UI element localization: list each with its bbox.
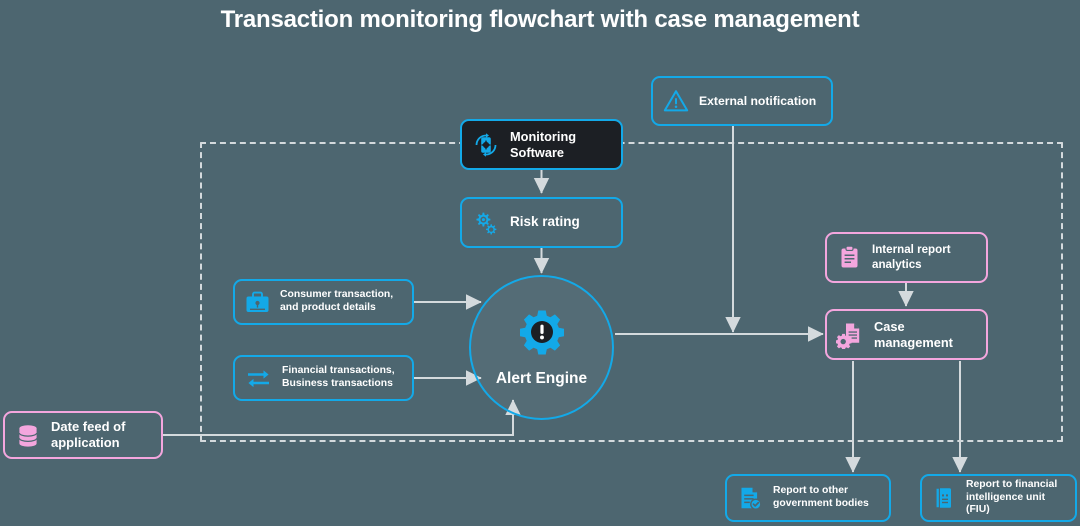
gear-alert-icon — [517, 307, 567, 362]
node-report-fiu[interactable]: Report to financial intelligence unit (F… — [920, 474, 1077, 522]
node-monitoring-software[interactable]: Monitoring Software — [460, 119, 623, 170]
node-internal-report-analytics[interactable]: Internal report analytics — [825, 232, 988, 283]
node-report-government-bodies-label: Report to other government bodies — [773, 485, 869, 509]
device-sync-icon — [471, 130, 501, 160]
warning-triangle-icon — [662, 87, 690, 115]
document-gear-icon — [836, 320, 865, 349]
flowchart-canvas: Transaction monitoring flowchart with ca… — [0, 0, 1080, 526]
node-alert-engine-label: Alert Engine — [495, 370, 588, 387]
node-alert-engine[interactable]: Alert Engine — [469, 275, 614, 420]
briefcase-icon — [244, 289, 271, 316]
node-risk-rating[interactable]: Risk rating — [460, 197, 623, 248]
node-case-management-label: Case management — [874, 318, 953, 350]
report-book-icon — [931, 485, 957, 511]
node-date-feed-of-application[interactable]: Date feed of application — [3, 411, 163, 459]
node-report-fiu-label: Report to financial intelligence unit (F… — [966, 478, 1058, 516]
page-title: Transaction monitoring flowchart with ca… — [220, 6, 860, 33]
node-consumer-transaction-label: Consumer transaction, and product detail… — [280, 289, 394, 313]
database-icon — [14, 421, 42, 449]
node-report-government-bodies[interactable]: Report to other government bodies — [725, 474, 891, 522]
node-internal-report-analytics-label: Internal report analytics — [872, 243, 951, 271]
node-external-notification[interactable]: External notification — [651, 76, 833, 126]
node-date-feed-of-application-label: Date feed of application — [51, 419, 126, 450]
node-risk-rating-label: Risk rating — [510, 214, 580, 230]
node-consumer-transaction[interactable]: Consumer transaction, and product detail… — [233, 279, 414, 325]
node-monitoring-software-label: Monitoring Software — [510, 128, 577, 160]
clipboard-icon — [836, 244, 863, 271]
node-financial-transactions[interactable]: Financial transactions, Business transac… — [233, 355, 414, 401]
document-check-icon — [736, 484, 764, 512]
gears-icon — [471, 208, 501, 238]
node-external-notification-label: External notification — [699, 93, 817, 108]
node-financial-transactions-label: Financial transactions, Business transac… — [282, 365, 395, 389]
exchange-arrows-icon — [244, 365, 273, 392]
node-case-management[interactable]: Case management — [825, 309, 988, 360]
